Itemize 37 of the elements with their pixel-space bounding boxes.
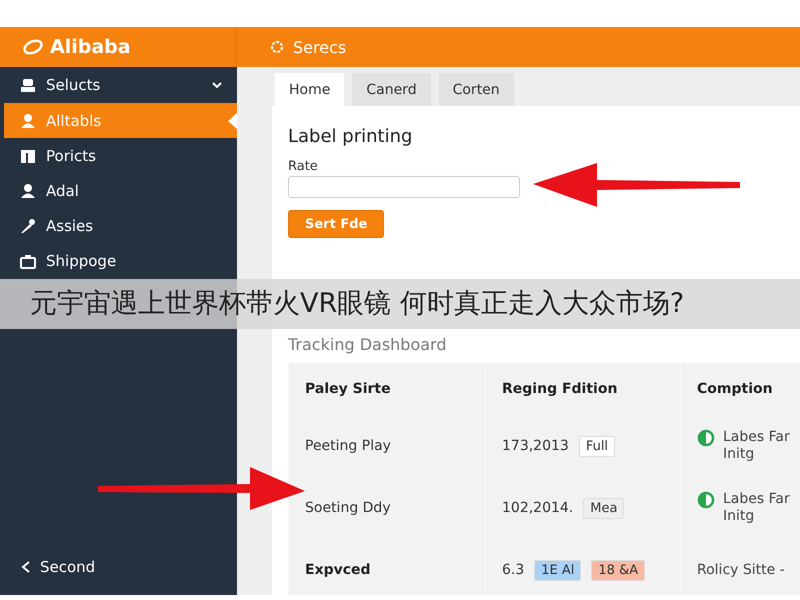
tab[interactable]: Home bbox=[275, 73, 344, 106]
tag: 1E Al bbox=[534, 560, 582, 580]
section-heading: Label printing bbox=[288, 126, 414, 147]
caption-text: 元宇宙遇上世界杯带火VR眼镜 何时真正走入大众市场? bbox=[30, 288, 684, 320]
tab[interactable]: Corten bbox=[438, 73, 514, 106]
person-icon bbox=[20, 112, 36, 128]
column-header: Reging Fdition bbox=[485, 363, 680, 415]
dashboard-title: Tracking Dashboard bbox=[288, 335, 448, 354]
sidebar-item[interactable]: Adal bbox=[0, 173, 237, 208]
column-header: Comption bbox=[680, 363, 800, 415]
sidebar-footer-link[interactable]: Second bbox=[0, 547, 237, 595]
person-icon bbox=[20, 182, 36, 198]
sidebar-item[interactable]: Poricts bbox=[0, 138, 237, 173]
status-text: Rolicy Sitte - bbox=[697, 562, 785, 578]
sidebar-group[interactable]: Selucts bbox=[0, 67, 237, 103]
box-icon bbox=[20, 252, 36, 268]
logo-text: Alibaba bbox=[50, 36, 131, 58]
table-cell: 6.3 bbox=[502, 562, 524, 578]
table-cell: Expvced bbox=[288, 539, 485, 595]
gear-icon bbox=[269, 39, 285, 55]
status-text: Labes Far Initg bbox=[723, 429, 790, 463]
input-field[interactable] bbox=[288, 176, 520, 198]
table-cell: 102,2014. bbox=[502, 500, 574, 516]
column-header: Paley Sirte bbox=[288, 363, 485, 415]
logo-icon bbox=[22, 38, 44, 56]
tag: Mea bbox=[583, 498, 624, 518]
tag: 18 &A bbox=[591, 560, 646, 580]
tag: Full bbox=[578, 436, 616, 456]
status-text: Labes Far Initg bbox=[723, 491, 790, 525]
chevron-icon bbox=[20, 560, 32, 574]
table-cell: Peeting Play bbox=[288, 415, 485, 477]
header-title: Serecs bbox=[293, 38, 346, 56]
tab[interactable]: Canerd bbox=[352, 73, 431, 106]
field-label: Rate bbox=[288, 159, 319, 174]
sidebar-item[interactable]: Shippoge bbox=[0, 243, 237, 278]
table-cell: 173,2013 bbox=[502, 438, 569, 454]
sidebar-item[interactable]: Assies bbox=[0, 208, 237, 243]
